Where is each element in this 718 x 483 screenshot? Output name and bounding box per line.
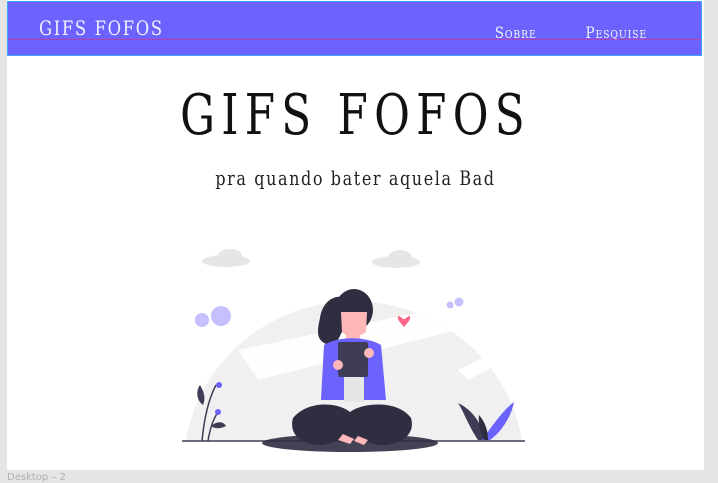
hero-illustration [182, 249, 525, 452]
artboard-label: Desktop – 2 [7, 472, 66, 483]
bubble [211, 306, 231, 326]
hero-title: GIFS FOFOS [180, 83, 531, 148]
nav-link-pesquise[interactable]: Pesquise [586, 23, 648, 42]
bubble [446, 301, 454, 309]
bubble [195, 313, 209, 327]
navbar: GIFS FOFOS Sobre Pesquise [7, 1, 702, 56]
nav-link-sobre[interactable]: Sobre [495, 23, 537, 42]
cloud-icon [202, 249, 250, 267]
hero-subtitle: pra quando bater aquela Bad [215, 166, 496, 190]
bubble [454, 297, 464, 307]
brand-logo[interactable]: GIFS FOFOS [39, 16, 164, 40]
cloud-icon [372, 250, 420, 268]
nav-links: Sobre Pesquise [491, 23, 653, 42]
